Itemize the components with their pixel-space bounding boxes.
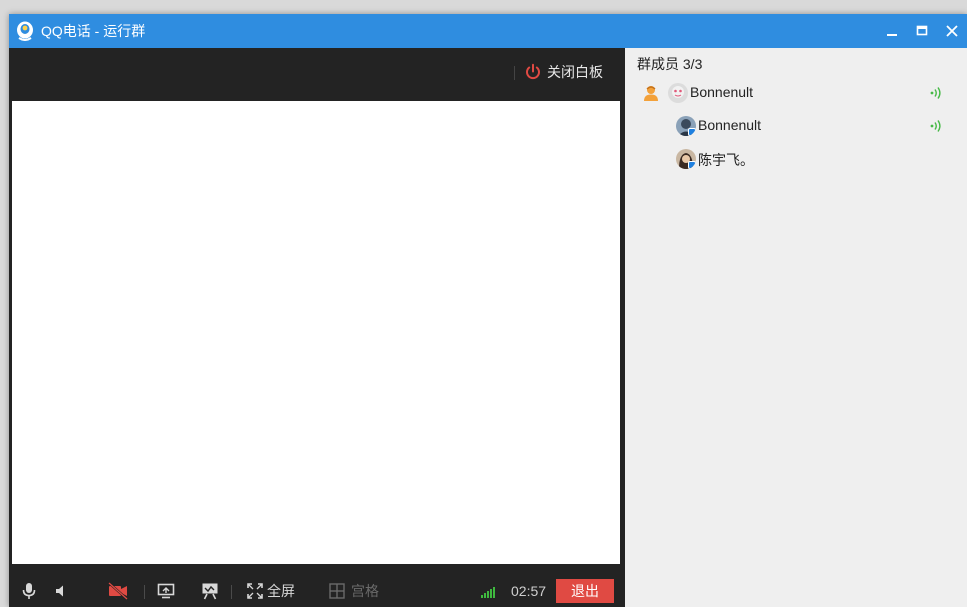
qq-logo-icon	[16, 21, 34, 41]
title-bar[interactable]: QQ电话 - 运行群	[9, 14, 967, 48]
close-whiteboard-label: 关闭白板	[547, 64, 603, 80]
whiteboard-icon	[202, 583, 218, 600]
microphone-icon	[22, 583, 36, 599]
toolbar-divider	[231, 585, 232, 599]
avatar	[668, 83, 688, 103]
microphone-button[interactable]	[21, 575, 37, 607]
speaker-icon	[56, 585, 63, 597]
camera-button[interactable]	[107, 575, 129, 607]
screen-share-icon	[157, 583, 175, 599]
speaking-icon	[929, 119, 943, 138]
avatar	[676, 149, 696, 169]
exit-call-button[interactable]: 退出	[556, 579, 614, 603]
whiteboard-button[interactable]	[201, 575, 219, 607]
member-name: Bonnenult	[698, 117, 762, 133]
fullscreen-button[interactable]: 全屏	[247, 575, 295, 607]
member-row[interactable]: Bonnenult	[625, 111, 967, 141]
member-panel: 群成员 3/3 Bonnenult Bonnenult 陈宇飞。	[625, 48, 967, 607]
header-divider	[514, 66, 515, 80]
member-name: Bonnenult	[690, 84, 754, 100]
member-count-title: 群成员 3/3	[637, 56, 703, 72]
fullscreen-icon	[247, 583, 263, 599]
avatar	[676, 116, 696, 136]
call-toolbar: 全屏 宫格 02:57 退出	[9, 575, 625, 607]
minimize-icon	[887, 34, 897, 36]
member-name: 陈宇飞。	[698, 152, 754, 168]
camera-off-icon	[108, 582, 128, 600]
member-row[interactable]: 陈宇飞。	[625, 144, 967, 174]
video-header: 关闭白板	[9, 48, 625, 100]
qq-call-window: QQ电话 - 运行群 关闭白板 全屏 宫格 02:57 退出 群成员 3/3 B…	[9, 14, 967, 607]
window-title: QQ电话 - 运行群	[41, 23, 146, 39]
close-icon	[946, 25, 958, 37]
member-row[interactable]: Bonnenult	[625, 78, 967, 108]
grid-view-button[interactable]: 宫格	[329, 575, 379, 607]
signal-strength-icon	[481, 586, 495, 598]
grid-view-label: 宫格	[351, 583, 379, 599]
maximize-button[interactable]	[907, 14, 937, 48]
video-pane: 关闭白板 全屏 宫格 02:57 退出	[9, 48, 625, 607]
window-controls	[877, 14, 967, 48]
speaker-button[interactable]	[54, 575, 70, 607]
whiteboard-canvas[interactable]	[12, 101, 620, 564]
close-whiteboard-button[interactable]: 关闭白板	[524, 60, 603, 84]
speaking-icon	[929, 86, 943, 105]
fullscreen-label: 全屏	[267, 583, 295, 599]
host-icon	[642, 84, 660, 107]
grid-icon	[329, 583, 345, 599]
close-button[interactable]	[937, 14, 967, 48]
maximize-icon	[916, 25, 928, 36]
minimize-button[interactable]	[877, 14, 907, 48]
toolbar-divider	[144, 585, 145, 599]
screen-share-button[interactable]	[157, 575, 175, 607]
call-timer: 02:57	[511, 583, 547, 599]
power-icon	[524, 63, 542, 81]
